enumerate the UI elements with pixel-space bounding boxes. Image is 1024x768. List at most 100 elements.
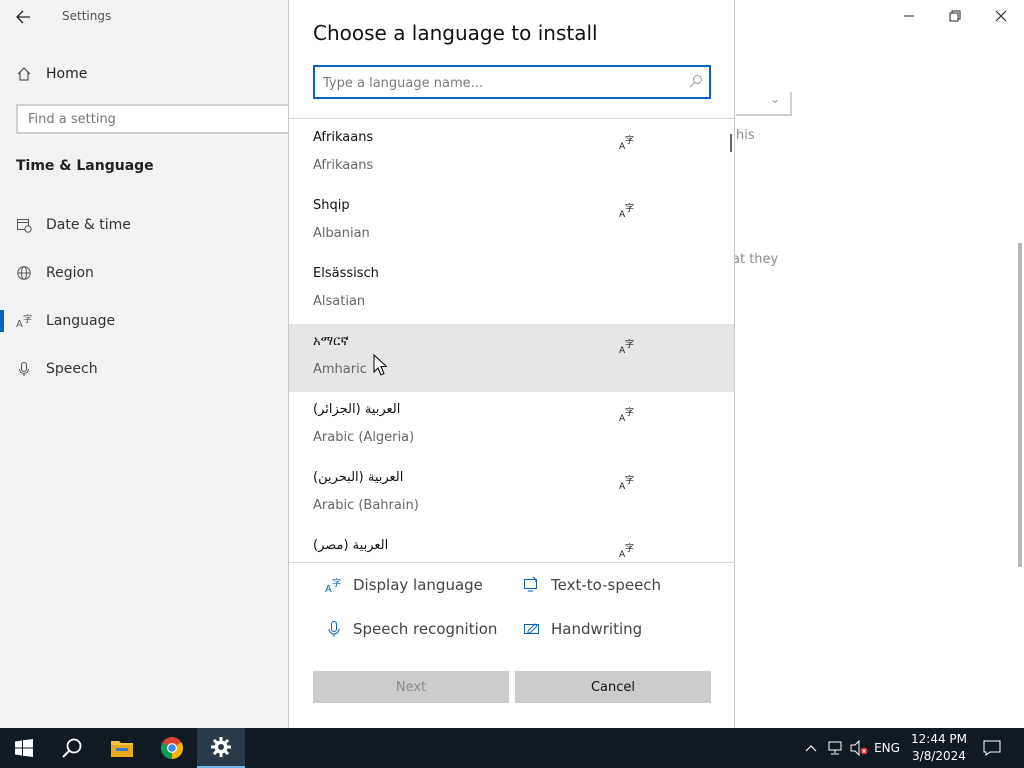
action-center-button[interactable]: [978, 728, 1006, 768]
chevron-up-icon: [805, 745, 817, 752]
back-button[interactable]: [12, 6, 38, 28]
windows-start-icon: [15, 739, 33, 757]
chrome-button[interactable]: [148, 728, 196, 768]
list-item-language[interactable]: العربية (مصر) A字: [289, 528, 734, 561]
list-item-language[interactable]: Elsässisch Alsatian: [289, 256, 734, 324]
page-scrollbar[interactable]: [1018, 243, 1022, 567]
language-english-name: Alsatian: [313, 294, 366, 309]
sidebar-item-date-time[interactable]: Date & time: [16, 213, 131, 237]
taskbar-search-button[interactable]: [48, 728, 96, 768]
legend-label: Handwriting: [551, 620, 643, 638]
close-button[interactable]: [978, 4, 1024, 28]
home-icon: [17, 67, 31, 81]
back-arrow-icon: [16, 10, 30, 24]
display-language-icon: A字: [619, 134, 634, 150]
language-search-input[interactable]: [321, 71, 685, 95]
chevron-down-icon: ⌄: [769, 92, 780, 106]
input-language-indicator[interactable]: ENG: [872, 728, 902, 768]
svg-text:字: 字: [332, 577, 341, 589]
language-native-name: Shqip: [313, 198, 350, 213]
microphone-icon: [16, 361, 32, 377]
language-english-name: Albanian: [313, 226, 370, 241]
language-native-name: Afrikaans: [313, 130, 374, 145]
language-english-name: Arabic (Algeria): [313, 430, 415, 445]
window-title: Settings: [62, 9, 112, 23]
file-explorer-icon: [111, 741, 133, 757]
display-language-icon: A字: [619, 474, 634, 490]
volume-muted-icon: [850, 740, 868, 756]
legend-label: Text-to-speech: [551, 576, 662, 594]
language-native-name: العربية (مصر): [313, 538, 389, 553]
microphone-icon: [325, 620, 343, 638]
legend-text-to-speech: Text-to-speech: [523, 576, 661, 594]
sidebar-item-speech[interactable]: Speech: [16, 357, 98, 381]
list-item-language[interactable]: العربية (الجزائر) Arabic (Algeria) A字: [289, 392, 734, 460]
section-title: Time & Language: [16, 158, 154, 174]
language-native-name: العربية (البحرين): [313, 470, 404, 485]
svg-text:字: 字: [625, 338, 634, 350]
legend-label: Speech recognition: [353, 620, 498, 638]
divider: [289, 118, 734, 119]
find-setting-placeholder: Find a setting: [28, 112, 116, 127]
taskbar: ENG 12:44 PM 3/8/2024: [0, 728, 1024, 768]
display-language-icon: A字: [325, 576, 343, 594]
home-nav[interactable]: Home: [16, 62, 87, 86]
language-english-name: Afrikaans: [313, 158, 374, 173]
sidebar-item-label: Speech: [46, 361, 98, 377]
partial-description-text: at they: [732, 252, 779, 267]
start-button[interactable]: [0, 728, 48, 768]
display-language-icon: A字: [619, 338, 634, 354]
sidebar-item-language[interactable]: A字 Language: [16, 309, 115, 333]
search-icon: [62, 738, 82, 758]
restore-button[interactable]: [932, 4, 978, 28]
handwriting-icon: [523, 620, 541, 638]
volume-button[interactable]: [848, 728, 870, 768]
show-hidden-icons-button[interactable]: [800, 728, 822, 768]
svg-text:字: 字: [625, 202, 634, 214]
clock[interactable]: 12:44 PM 3/8/2024: [902, 731, 976, 765]
next-button[interactable]: Next: [313, 671, 509, 703]
sidebar-item-region[interactable]: Region: [16, 261, 94, 285]
text-to-speech-icon: [523, 576, 541, 594]
notification-icon: [983, 740, 1001, 756]
language-list: Afrikaans Afrikaans A字 Shqip Albanian A字…: [289, 120, 734, 561]
list-item-language-hovered[interactable]: አማርኛ Amharic A字: [289, 324, 734, 392]
restore-icon: [949, 10, 961, 22]
network-button[interactable]: [824, 728, 846, 768]
mouse-cursor-icon: [373, 354, 387, 376]
svg-text:A: A: [16, 319, 23, 329]
svg-text:字: 字: [625, 542, 634, 554]
list-item-language[interactable]: العربية (البحرين) Arabic (Bahrain) A字: [289, 460, 734, 528]
search-icon[interactable]: [689, 74, 703, 88]
settings-taskbar-button[interactable]: [197, 728, 245, 768]
divider: [289, 562, 734, 563]
language-native-name: العربية (الجزائر): [313, 402, 401, 417]
legend-speech-recognition: Speech recognition: [325, 620, 497, 638]
cancel-button[interactable]: Cancel: [515, 671, 711, 703]
partial-description-text: his: [736, 128, 755, 143]
settings-sidebar: Settings Home Find a setting Time & Lang…: [0, 0, 306, 728]
language-native-name: አማርኛ: [313, 334, 349, 349]
language-english-name: Arabic (Bahrain): [313, 498, 419, 513]
legend-display-language: A字 Display language: [325, 576, 483, 594]
clock-date: 3/8/2024: [912, 749, 966, 763]
file-explorer-button[interactable]: [98, 728, 146, 768]
find-setting-input[interactable]: Find a setting: [16, 104, 306, 134]
globe-icon: [16, 265, 32, 281]
display-language-icon: A字: [619, 202, 634, 218]
list-item-language[interactable]: Afrikaans Afrikaans A字: [289, 120, 734, 188]
list-scrollbar[interactable]: [730, 134, 732, 152]
sidebar-item-label: Date & time: [46, 217, 131, 233]
language-native-name: Elsässisch: [313, 266, 379, 281]
settings-gear-icon: [211, 737, 231, 757]
legend-label: Display language: [353, 576, 483, 594]
language-icon: A字: [16, 313, 32, 329]
language-dropdown[interactable]: ⌄: [736, 92, 792, 116]
language-english-name: Amharic: [313, 362, 367, 377]
minimize-button[interactable]: [886, 4, 932, 28]
language-search-box[interactable]: [313, 65, 711, 99]
close-icon: [995, 10, 1007, 22]
list-item-language[interactable]: Shqip Albanian A字: [289, 188, 734, 256]
display-language-icon: A字: [619, 406, 634, 422]
svg-text:字: 字: [625, 474, 634, 486]
